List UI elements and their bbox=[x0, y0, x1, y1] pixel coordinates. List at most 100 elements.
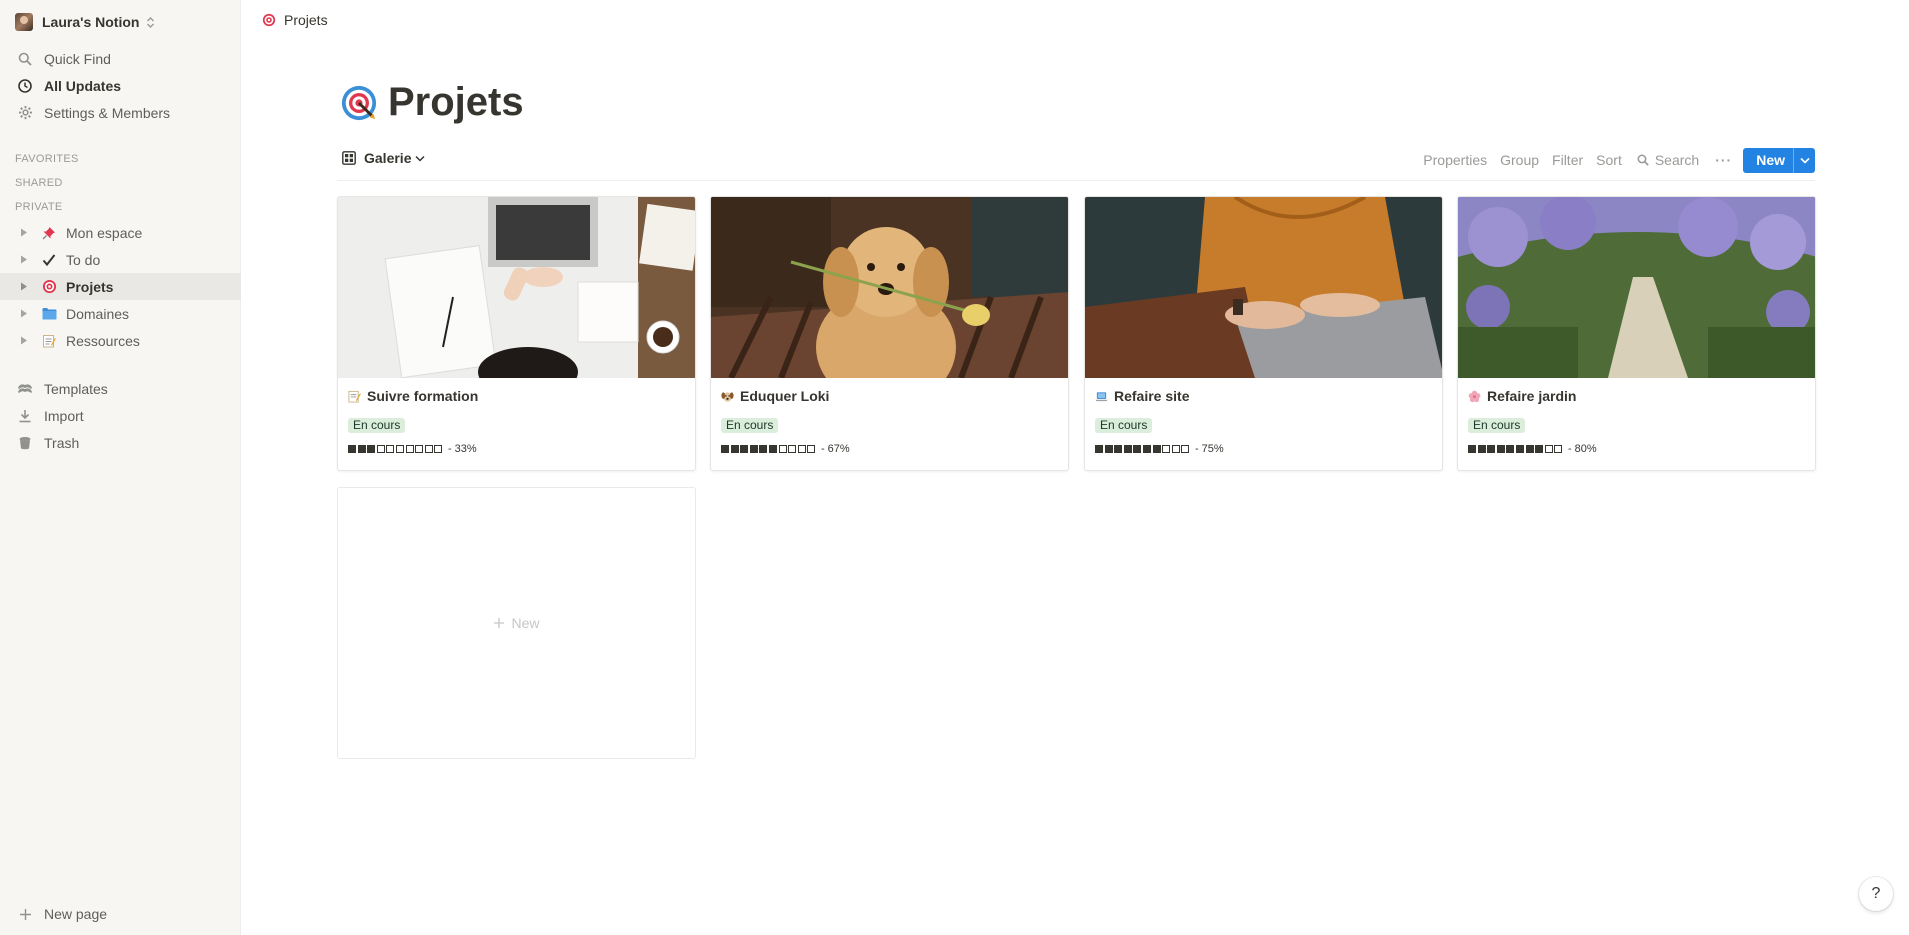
status-badge: En cours bbox=[1095, 418, 1153, 433]
settings-members-label: Settings & Members bbox=[44, 104, 171, 121]
progress-block-filled bbox=[1506, 445, 1515, 453]
trash-button[interactable]: Trash bbox=[0, 429, 241, 456]
sidebar-item-ressources[interactable]: Ressources bbox=[0, 327, 241, 354]
progress-block-empty bbox=[1181, 445, 1190, 453]
progress-percent: - 75% bbox=[1194, 443, 1224, 455]
progress-block-filled bbox=[1095, 445, 1103, 453]
progress-block-filled bbox=[1123, 445, 1132, 453]
direct-hit-icon[interactable] bbox=[340, 84, 378, 122]
help-button[interactable]: ? bbox=[1859, 877, 1893, 911]
new-card-button[interactable]: New bbox=[337, 487, 696, 759]
sort-button[interactable]: Sort bbox=[1596, 152, 1622, 168]
progress-block-empty bbox=[434, 445, 443, 453]
sidebar-item-domaines[interactable]: Domaines bbox=[0, 300, 241, 327]
progress-block-empty bbox=[778, 445, 787, 453]
progress-block-empty bbox=[1171, 445, 1180, 453]
new-page-label: New page bbox=[44, 906, 108, 922]
expand-triangle-icon[interactable] bbox=[20, 282, 28, 291]
status-badge: En cours bbox=[721, 418, 779, 433]
filter-button[interactable]: Filter bbox=[1552, 152, 1583, 168]
card-title-text: Eduquer Loki bbox=[740, 388, 830, 404]
new-dropdown-button[interactable] bbox=[1793, 147, 1815, 173]
progress-block-filled bbox=[367, 445, 376, 453]
progress-blocks bbox=[721, 445, 817, 453]
view-toolbar: Properties Group Filter Sort Search ··· … bbox=[1410, 147, 1815, 173]
card-cover-image bbox=[1458, 197, 1815, 378]
laptop-icon bbox=[1095, 391, 1108, 401]
templates-button[interactable]: Templates bbox=[0, 375, 241, 402]
page-header: Projets bbox=[340, 80, 524, 125]
expand-triangle-icon[interactable] bbox=[20, 336, 28, 345]
progress-blocks bbox=[348, 445, 444, 453]
sidebar-item-projets[interactable]: Projets bbox=[0, 273, 241, 300]
gallery-icon bbox=[342, 151, 356, 165]
progress-block-filled bbox=[1104, 445, 1113, 453]
checkmark-icon bbox=[40, 253, 58, 267]
gallery-card[interactable]: Refaire site En cours - 75% bbox=[1084, 196, 1443, 471]
progress-block-empty bbox=[415, 445, 424, 453]
import-button[interactable]: Import bbox=[0, 402, 241, 429]
card-title-text: Refaire site bbox=[1114, 388, 1190, 404]
progress-block-filled bbox=[1525, 445, 1534, 453]
progress-block-empty bbox=[395, 445, 404, 453]
folder-icon bbox=[40, 307, 58, 320]
progress-block-filled bbox=[749, 445, 758, 453]
progress-block-empty bbox=[405, 445, 414, 453]
settings-members-button[interactable]: Settings & Members bbox=[0, 99, 241, 126]
workspace-switcher[interactable]: Laura's Notion bbox=[15, 12, 155, 32]
card-title: Refaire site bbox=[1095, 388, 1189, 404]
expand-triangle-icon[interactable] bbox=[20, 255, 28, 264]
progress-block-empty bbox=[424, 445, 433, 453]
gallery-card[interactable]: Eduquer Loki En cours - 67% bbox=[710, 196, 1069, 471]
progress-block-empty bbox=[386, 445, 395, 453]
new-page-button[interactable]: New page bbox=[0, 904, 241, 924]
view-selector[interactable]: Galerie bbox=[342, 150, 426, 166]
progress-block-filled bbox=[1496, 445, 1505, 453]
breadcrumb-label: Projets bbox=[284, 12, 328, 28]
new-entry-button[interactable]: New bbox=[1743, 147, 1815, 173]
expand-triangle-icon[interactable] bbox=[20, 309, 28, 318]
progress-block-filled bbox=[740, 445, 749, 453]
notepad-icon bbox=[40, 334, 58, 348]
gallery-card[interactable]: Suivre formation En cours - 33% bbox=[337, 196, 696, 471]
properties-button[interactable]: Properties bbox=[1423, 152, 1487, 168]
new-button-label[interactable]: New bbox=[1743, 148, 1793, 173]
card-cover-image bbox=[1085, 197, 1442, 378]
breadcrumb[interactable]: Projets bbox=[262, 12, 328, 28]
more-options-button[interactable]: ··· bbox=[1715, 152, 1732, 168]
page-title[interactable]: Projets bbox=[388, 80, 524, 125]
gallery-card[interactable]: Refaire jardin En cours - 80% bbox=[1457, 196, 1816, 471]
progress-block-filled bbox=[357, 445, 366, 453]
progress-block-filled bbox=[1535, 445, 1544, 453]
progress-indicator: - 75% bbox=[1095, 443, 1224, 455]
sidebar-item-label: Projets bbox=[66, 278, 114, 295]
target-icon bbox=[40, 279, 58, 294]
sidebar-item-to-do[interactable]: To do bbox=[0, 246, 241, 273]
search-icon bbox=[1637, 154, 1649, 166]
sidebar-item-mon-espace[interactable]: Mon espace bbox=[0, 219, 241, 246]
new-card-label: New bbox=[511, 615, 540, 631]
card-title-text: Refaire jardin bbox=[1487, 388, 1577, 404]
progress-block-filled bbox=[1477, 445, 1486, 453]
progress-block-empty bbox=[788, 445, 797, 453]
quick-find-button[interactable]: Quick Find bbox=[0, 45, 241, 72]
clock-icon bbox=[15, 78, 35, 93]
group-button[interactable]: Group bbox=[1500, 152, 1539, 168]
progress-indicator: - 67% bbox=[721, 443, 850, 455]
card-title: Suivre formation bbox=[348, 388, 478, 404]
quick-find-label: Quick Find bbox=[44, 50, 111, 67]
progress-block-filled bbox=[1114, 445, 1123, 453]
templates-icon bbox=[15, 382, 35, 396]
expand-triangle-icon[interactable] bbox=[20, 228, 28, 237]
sidebar-item-label: Mon espace bbox=[66, 224, 143, 241]
blossom-icon bbox=[1468, 390, 1481, 402]
progress-block-filled bbox=[1133, 445, 1142, 453]
private-section-label: PRIVATE bbox=[15, 201, 63, 213]
search-button[interactable]: Search bbox=[1637, 152, 1699, 168]
progress-percent: - 67% bbox=[820, 443, 850, 455]
dog-face-icon bbox=[721, 391, 734, 402]
progress-percent: - 80% bbox=[1567, 443, 1597, 455]
status-badge: En cours bbox=[348, 418, 406, 433]
all-updates-button[interactable]: All Updates bbox=[0, 72, 241, 99]
search-icon bbox=[15, 52, 35, 66]
